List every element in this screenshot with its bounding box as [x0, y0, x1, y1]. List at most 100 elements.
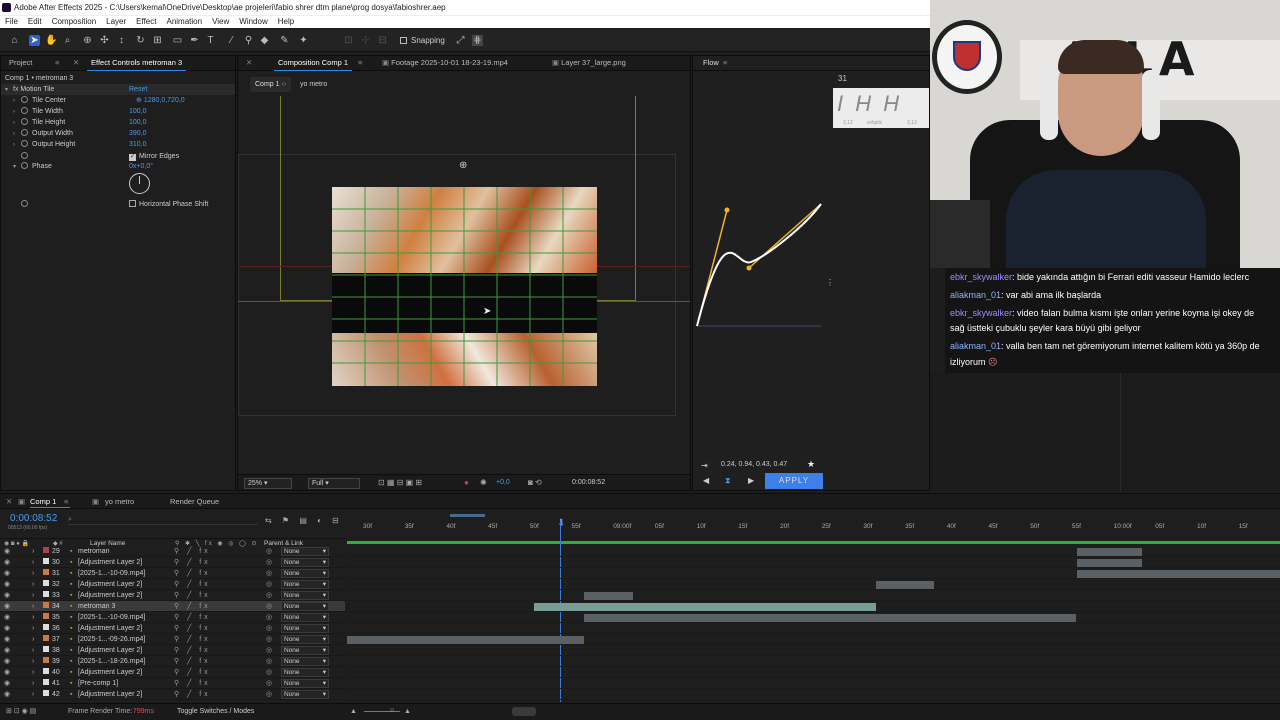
type-tool-icon[interactable]: T — [205, 35, 216, 46]
layer-track[interactable] — [347, 634, 1280, 645]
parent-dropdown[interactable]: None ▾ — [281, 657, 329, 666]
close-icon[interactable]: ✕ — [6, 494, 12, 509]
layer-name[interactable]: [Adjustment Layer 2] — [78, 667, 150, 678]
pickwhip-icon[interactable]: ◎ — [266, 623, 272, 634]
menu-file[interactable]: File — [5, 16, 18, 28]
layer-name[interactable]: [2025-1...-18-26.mp4] — [78, 656, 150, 667]
playhead-icon[interactable]: ⬇ — [557, 518, 565, 529]
menu-layer[interactable]: Layer — [106, 16, 126, 28]
visibility-eye-icon[interactable]: ◉ — [4, 689, 12, 700]
visibility-eye-icon[interactable]: ◉ — [4, 678, 12, 689]
layer-row[interactable]: ◉ › 35 ▪ [2025-1...-10-09.mp4] ⚲ ╱ fx ◎ None ▾ — [0, 612, 345, 623]
tab-composition[interactable]: Composition Comp 1 — [274, 56, 353, 71]
stopwatch-icon[interactable] — [21, 118, 28, 125]
layer-row[interactable]: ◉ › 30 ▪ [Adjustment Layer 2] ⚲ ╱ fx ◎ None ▾ — [0, 557, 345, 568]
layer-name[interactable]: metroman — [78, 546, 150, 557]
zoom-slider-handle[interactable]: ○ — [390, 705, 394, 716]
layer-label-color[interactable] — [43, 635, 49, 641]
visibility-eye-icon[interactable]: ◉ — [4, 590, 12, 601]
brush-tool-icon[interactable]: ⁄ — [226, 35, 237, 46]
layer-track[interactable] — [347, 568, 1280, 579]
layer-row[interactable]: ◉ › 37 ▪ [2025-1...-09-26.mp4] ⚲ ╱ fx ◎ None ▾ — [0, 634, 345, 645]
layer-row[interactable]: ◉ › 40 ▪ [Adjustment Layer 2] ⚲ ╱ fx ◎ None ▾ — [0, 667, 345, 678]
parent-dropdown[interactable]: None ▾ — [281, 613, 329, 622]
pickwhip-icon[interactable]: ◎ — [266, 645, 272, 656]
expand-arrow-icon[interactable]: › — [32, 590, 40, 601]
parent-dropdown[interactable]: None ▾ — [281, 569, 329, 578]
snap-options-icon[interactable]: ⤢ — [455, 35, 466, 46]
layer-label-color[interactable] — [43, 591, 49, 597]
layer-track[interactable] — [347, 689, 1280, 700]
rotation-tool-icon[interactable]: ↻ — [135, 35, 146, 46]
layer-duration-bar[interactable] — [534, 603, 876, 611]
expand-arrow-icon[interactable]: › — [32, 546, 40, 557]
layer-switches-icon[interactable]: ⚲ ╱ fx — [174, 656, 211, 667]
layer-name[interactable]: [Adjustment Layer 2] — [78, 579, 150, 590]
phase-value[interactable]: 0x+0,0° — [129, 161, 153, 172]
expand-arrow-icon[interactable]: › — [32, 667, 40, 678]
menu-help[interactable]: Help — [278, 16, 294, 28]
resolution-dropdown[interactable]: Full ▾ — [308, 478, 360, 489]
puppet-pin-icon[interactable]: ✦ — [298, 35, 309, 46]
pickwhip-icon[interactable]: ◎ — [266, 546, 272, 557]
anchor-point-tool-icon[interactable]: ⊞ — [152, 35, 163, 46]
layer-switches-icon[interactable]: ⚲ ╱ fx — [174, 546, 211, 557]
visibility-eye-icon[interactable]: ◉ — [4, 656, 12, 667]
toggle-switches-modes[interactable]: Toggle Switches / Modes — [177, 706, 254, 717]
visibility-eye-icon[interactable]: ◉ — [4, 557, 12, 568]
expand-arrow-icon[interactable]: › — [32, 612, 40, 623]
layer-track[interactable] — [347, 601, 1280, 612]
pickwhip-icon[interactable]: ◎ — [266, 579, 272, 590]
stopwatch-icon[interactable] — [21, 129, 28, 136]
tab-timeline-yometro[interactable]: yo metro — [105, 494, 134, 509]
snapping-toggle[interactable]: Snapping — [400, 35, 445, 46]
hand-tool-icon[interactable]: ✋ — [45, 35, 57, 46]
visibility-eye-icon[interactable]: ◉ — [4, 634, 12, 645]
layer-switches-icon[interactable]: ⚲ ╱ fx — [174, 623, 211, 634]
close-icon[interactable]: ✕ — [69, 56, 83, 71]
tab-effect-controls[interactable]: Effect Controls metroman 3 — [87, 56, 187, 71]
output-height-value[interactable]: 310,0 — [129, 139, 147, 150]
more-options-icon[interactable]: ⋮ — [826, 278, 834, 287]
layer-switches-icon[interactable]: ⚲ ╱ fx — [174, 612, 211, 623]
stopwatch-icon[interactable] — [21, 96, 28, 103]
effect-header[interactable]: ▾ fx Motion Tile Reset — [1, 84, 235, 95]
parent-dropdown[interactable]: None ▾ — [281, 679, 329, 688]
layer-row[interactable]: ◉ › 38 ▪ [Adjustment Layer 2] ⚲ ╱ fx ◎ None ▾ — [0, 645, 345, 656]
layer-label-color[interactable] — [43, 624, 49, 630]
layer-row[interactable]: ◉ › 39 ▪ [2025-1...-18-26.mp4] ⚲ ╱ fx ◎ None ▾ — [0, 656, 345, 667]
exposure-value[interactable]: +0,0 — [496, 479, 510, 486]
layer-name[interactable]: [Adjustment Layer 2] — [78, 557, 150, 568]
visibility-eye-icon[interactable]: ◉ — [4, 667, 12, 678]
menu-icon[interactable]: ≡ — [354, 56, 366, 71]
expand-arrow-icon[interactable]: › — [32, 601, 40, 612]
visibility-eye-icon[interactable]: ◉ — [4, 612, 12, 623]
menu-icon[interactable]: ≡ — [51, 56, 63, 71]
favorite-star-icon[interactable]: ★ — [807, 459, 815, 470]
parent-dropdown[interactable]: None ▾ — [281, 624, 329, 633]
layer-name[interactable]: [2025-1...-10-09.mp4] — [78, 568, 150, 579]
visibility-eye-icon[interactable]: ◉ — [4, 579, 12, 590]
menu-composition[interactable]: Composition — [52, 16, 96, 28]
layer-label-color[interactable] — [43, 646, 49, 652]
layer-label-color[interactable] — [43, 602, 49, 608]
layer-track[interactable] — [347, 645, 1280, 656]
handle-2[interactable] — [746, 265, 752, 271]
visibility-eye-icon[interactable]: ◉ — [4, 546, 12, 557]
import-icon[interactable]: ⇥ — [701, 461, 708, 470]
layer-track[interactable] — [347, 579, 1280, 590]
zoom-slider[interactable] — [364, 711, 400, 712]
tile-height-value[interactable]: 100,0 — [129, 117, 147, 128]
tab-layer[interactable]: ▣ Layer 37_large.png — [548, 56, 630, 71]
curve-values[interactable]: 0.24, 0.94, 0.43, 0.47 — [721, 461, 787, 468]
layer-switches-icon[interactable]: ⚲ ╱ fx — [174, 678, 211, 689]
handle-1[interactable] — [724, 207, 730, 213]
parent-dropdown[interactable]: None ▾ — [281, 558, 329, 567]
visibility-eye-icon[interactable]: ◉ — [4, 623, 12, 634]
layer-switches-icon[interactable]: ⚲ ╱ fx — [174, 634, 211, 645]
tab-project[interactable]: Project — [5, 56, 36, 71]
layer-switches-icon[interactable]: ⚲ ╱ fx — [174, 557, 211, 568]
timeline-search-input[interactable]: ⌕ — [68, 516, 258, 525]
footer-icons[interactable]: ⊞ ⊡ ◉ ▤ — [6, 706, 36, 717]
snapping-checkbox[interactable] — [400, 37, 407, 44]
